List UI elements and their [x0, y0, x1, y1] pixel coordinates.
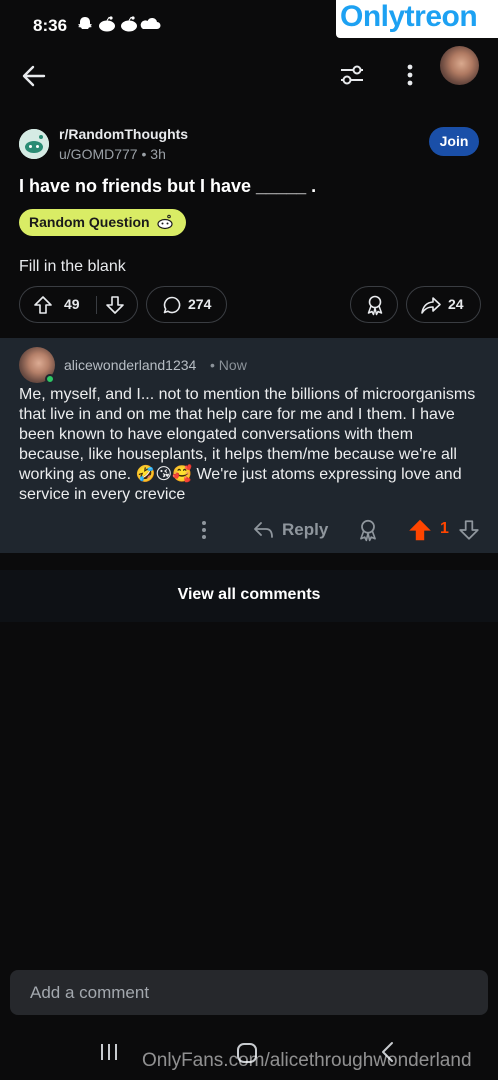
watermark-text: OnlyFans.com/alicethroughwonderland — [142, 1050, 472, 1071]
comment-downvote-button[interactable] — [458, 518, 480, 542]
add-comment-placeholder: Add a comment — [30, 983, 150, 1002]
vertical-dots-icon — [407, 64, 413, 86]
comment-author[interactable]: alicewonderland1234 — [64, 357, 196, 373]
arrow-left-icon — [22, 65, 46, 87]
sliders-icon — [341, 65, 363, 85]
upvote-button[interactable] — [32, 287, 54, 322]
comment-text: Me, myself, and I... not to mention the … — [19, 386, 476, 503]
comment-upvote-button[interactable] — [408, 518, 432, 542]
post-title: I have no friends but I have _____ . — [19, 176, 317, 196]
arrow-down-icon — [459, 520, 479, 540]
watermark-logo: Onlytreon — [340, 0, 478, 33]
downvote-button[interactable] — [104, 287, 126, 322]
post-meta: u/GOMD777 • 3h — [59, 146, 166, 162]
post-author[interactable]: u/GOMD777 — [59, 146, 138, 162]
share-button[interactable]: 24 — [406, 286, 481, 323]
subreddit-name[interactable]: r/RandomThoughts — [59, 126, 188, 142]
comment-time-value: Now — [218, 357, 247, 373]
comment-time: • Now — [210, 357, 247, 373]
arrow-down-icon — [106, 295, 124, 314]
arrow-up-filled-icon — [409, 519, 431, 541]
back-button[interactable] — [18, 60, 50, 92]
post-age: 3h — [150, 146, 166, 162]
flair-label: Random Question — [29, 214, 150, 230]
post-body: Fill in the blank — [19, 258, 126, 275]
share-count: 24 — [448, 296, 464, 312]
award-icon — [364, 287, 386, 322]
meta-separator: • — [141, 146, 151, 162]
award-button[interactable] — [350, 286, 398, 323]
view-all-comments-button[interactable]: View all comments — [0, 586, 498, 604]
post-score: 49 — [64, 296, 80, 312]
reply-label: Reply — [282, 520, 329, 539]
recent-apps-button[interactable] — [98, 1042, 120, 1062]
status-notification-icons — [77, 14, 163, 38]
comment-count: 274 — [188, 296, 212, 312]
status-time: 8:36 — [33, 16, 68, 35]
reddit-icon — [99, 16, 115, 32]
snoo-icon — [156, 209, 174, 236]
comment-score: 1 — [440, 520, 449, 537]
post-flair[interactable]: Random Question — [19, 209, 186, 236]
subreddit-icon[interactable] — [19, 129, 49, 159]
arrow-up-icon — [34, 295, 52, 314]
comment-more-button[interactable] — [196, 518, 212, 542]
cloud-icon — [140, 17, 161, 29]
comment-award-button[interactable] — [356, 518, 380, 542]
online-indicator — [45, 374, 55, 384]
recent-apps-icon — [101, 1044, 117, 1060]
vertical-dots-icon — [202, 521, 206, 539]
comment-bubble-icon — [161, 287, 183, 322]
reply-arrow-icon — [254, 522, 273, 538]
reply-button[interactable]: Reply — [252, 516, 328, 544]
comments-button[interactable]: 274 — [146, 286, 227, 323]
filter-button[interactable] — [338, 60, 368, 90]
user-avatar[interactable] — [440, 46, 479, 85]
vote-divider — [96, 296, 97, 314]
more-options-button[interactable] — [396, 60, 424, 90]
share-arrow-icon — [419, 287, 443, 322]
vote-pill: 49 — [19, 286, 138, 323]
reddit-icon — [121, 16, 137, 32]
award-icon — [360, 519, 376, 542]
join-button[interactable]: Join — [429, 127, 479, 156]
snapchat-icon — [78, 17, 92, 29]
